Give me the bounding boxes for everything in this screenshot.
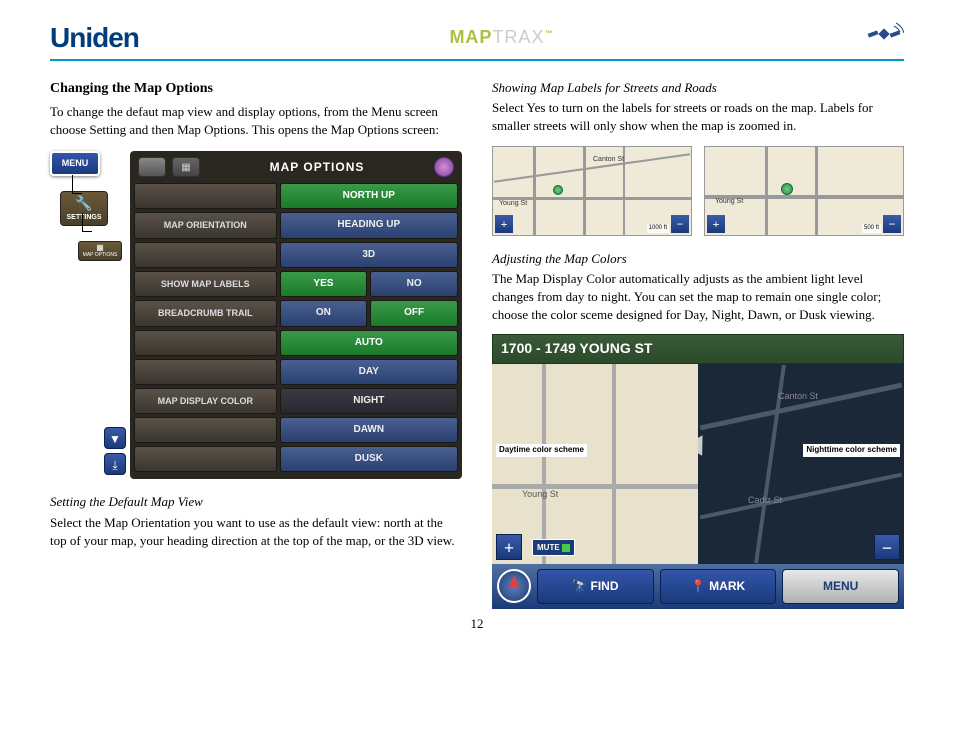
zoom-in-button[interactable]: + <box>707 215 725 233</box>
map-options-screenshot: MENU 🔧SETTINGS ▦MAP OPTIONS ▼ ⤓ ▦ <box>50 151 462 479</box>
zoom-in-button[interactable]: + <box>496 534 522 560</box>
scale-label: 1000 ft <box>647 224 669 232</box>
binoculars-icon: 🔭 <box>572 579 587 593</box>
vehicle-cursor-icon <box>698 430 711 456</box>
map-address-bar: 1700 - 1749 YOUNG ST <box>492 334 904 364</box>
show-map-labels-label: SHOW MAP LABELS <box>134 271 277 298</box>
map-colors-text: The Map Display Color automatically adju… <box>492 270 904 325</box>
find-button[interactable]: 🔭 FIND <box>537 569 654 604</box>
map-orientation-label <box>134 183 277 209</box>
grid-icon-button[interactable]: ▦ <box>172 157 200 177</box>
map-labels-heading: Showing Map Labels for Streets and Roads <box>492 79 904 97</box>
nighttime-scheme-label: Nighttime color scheme <box>803 444 900 457</box>
default-map-view-heading: Setting the Default Map View <box>50 493 462 511</box>
heading-up-option[interactable]: HEADING UP <box>280 212 458 239</box>
color-dawn-option[interactable]: DAWN <box>280 417 458 443</box>
zoom-in-button[interactable]: + <box>495 215 513 233</box>
daytime-scheme-label: Daytime color scheme <box>496 444 587 457</box>
map-colors-heading: Adjusting the Map Colors <box>492 250 904 268</box>
breadcrumb-label: BREADCRUMB TRAIL <box>134 300 277 327</box>
map-display-color-label: MAP DISPLAY COLOR <box>134 388 277 415</box>
uniden-logo: Uniden <box>50 22 139 54</box>
zoom-out-button[interactable]: − <box>874 534 900 560</box>
labels-yes-option[interactable]: YES <box>280 271 368 298</box>
3d-option[interactable]: 3D <box>280 242 458 268</box>
map-thumb-zoomed-out: Young St Canton St + − 1000 ft <box>492 146 692 236</box>
map-labels-text: Select Yes to turn on the labels for str… <box>492 99 904 135</box>
zoom-out-button[interactable]: − <box>883 215 901 233</box>
intro-text: To change the defaut map view and displa… <box>50 103 462 139</box>
color-day-option[interactable]: DAY <box>280 359 458 385</box>
north-up-option[interactable]: NORTH UP <box>280 183 458 209</box>
map-night-half: Canton St Cadiz St Nighttime color schem… <box>698 364 904 564</box>
position-marker-icon <box>781 183 793 195</box>
mute-indicator[interactable]: MUTE <box>532 539 575 556</box>
wrench-icon: 🔧 <box>63 194 105 214</box>
menu-button[interactable]: MENU <box>50 151 100 176</box>
maptrax-logo: MAPTRAX™ <box>139 27 864 48</box>
settings-button[interactable]: 🔧SETTINGS <box>60 191 108 226</box>
map-orientation-label: MAP ORIENTATION <box>134 212 277 239</box>
map-thumb-zoomed-in: Young St + − 500 ft <box>704 146 904 236</box>
panel-title: MAP OPTIONS <box>200 159 434 176</box>
compass-icon[interactable] <box>497 569 531 603</box>
mark-button[interactable]: 📍 MARK <box>660 569 777 604</box>
position-marker-icon <box>553 185 563 195</box>
breadcrumb-on-option[interactable]: ON <box>280 300 368 327</box>
back-button[interactable] <box>138 157 166 177</box>
menu-button[interactable]: MENU <box>782 569 899 604</box>
scale-label: 500 ft <box>862 224 881 232</box>
map-day-half: Young St Daytime color scheme + <box>492 364 698 564</box>
left-column: Changing the Map Options To change the d… <box>50 79 462 604</box>
color-night-option[interactable]: NIGHT <box>280 388 458 415</box>
page-header: Uniden MAPTRAX™ <box>50 20 904 61</box>
right-column: Showing Map Labels for Streets and Roads… <box>492 79 904 604</box>
map-options-button[interactable]: ▦MAP OPTIONS <box>78 241 122 261</box>
scroll-bottom-button[interactable]: ⤓ <box>104 453 126 475</box>
scroll-down-button[interactable]: ▼ <box>104 427 126 449</box>
pin-icon: 📍 <box>691 579 706 593</box>
default-map-view-text: Select the Map Orientation you want to u… <box>50 514 462 550</box>
page-number: 12 <box>50 616 904 632</box>
section-title: Changing the Map Options <box>50 79 462 99</box>
close-button[interactable] <box>434 157 454 177</box>
color-dusk-option[interactable]: DUSK <box>280 446 458 472</box>
map-color-screenshot: 1700 - 1749 YOUNG ST Young St Daytime co… <box>492 334 904 604</box>
breadcrumb-off-option[interactable]: OFF <box>370 300 458 327</box>
satellite-icon <box>864 20 904 55</box>
zoom-out-button[interactable]: − <box>671 215 689 233</box>
labels-no-option[interactable]: NO <box>370 271 458 298</box>
color-auto-option[interactable]: AUTO <box>280 330 458 356</box>
